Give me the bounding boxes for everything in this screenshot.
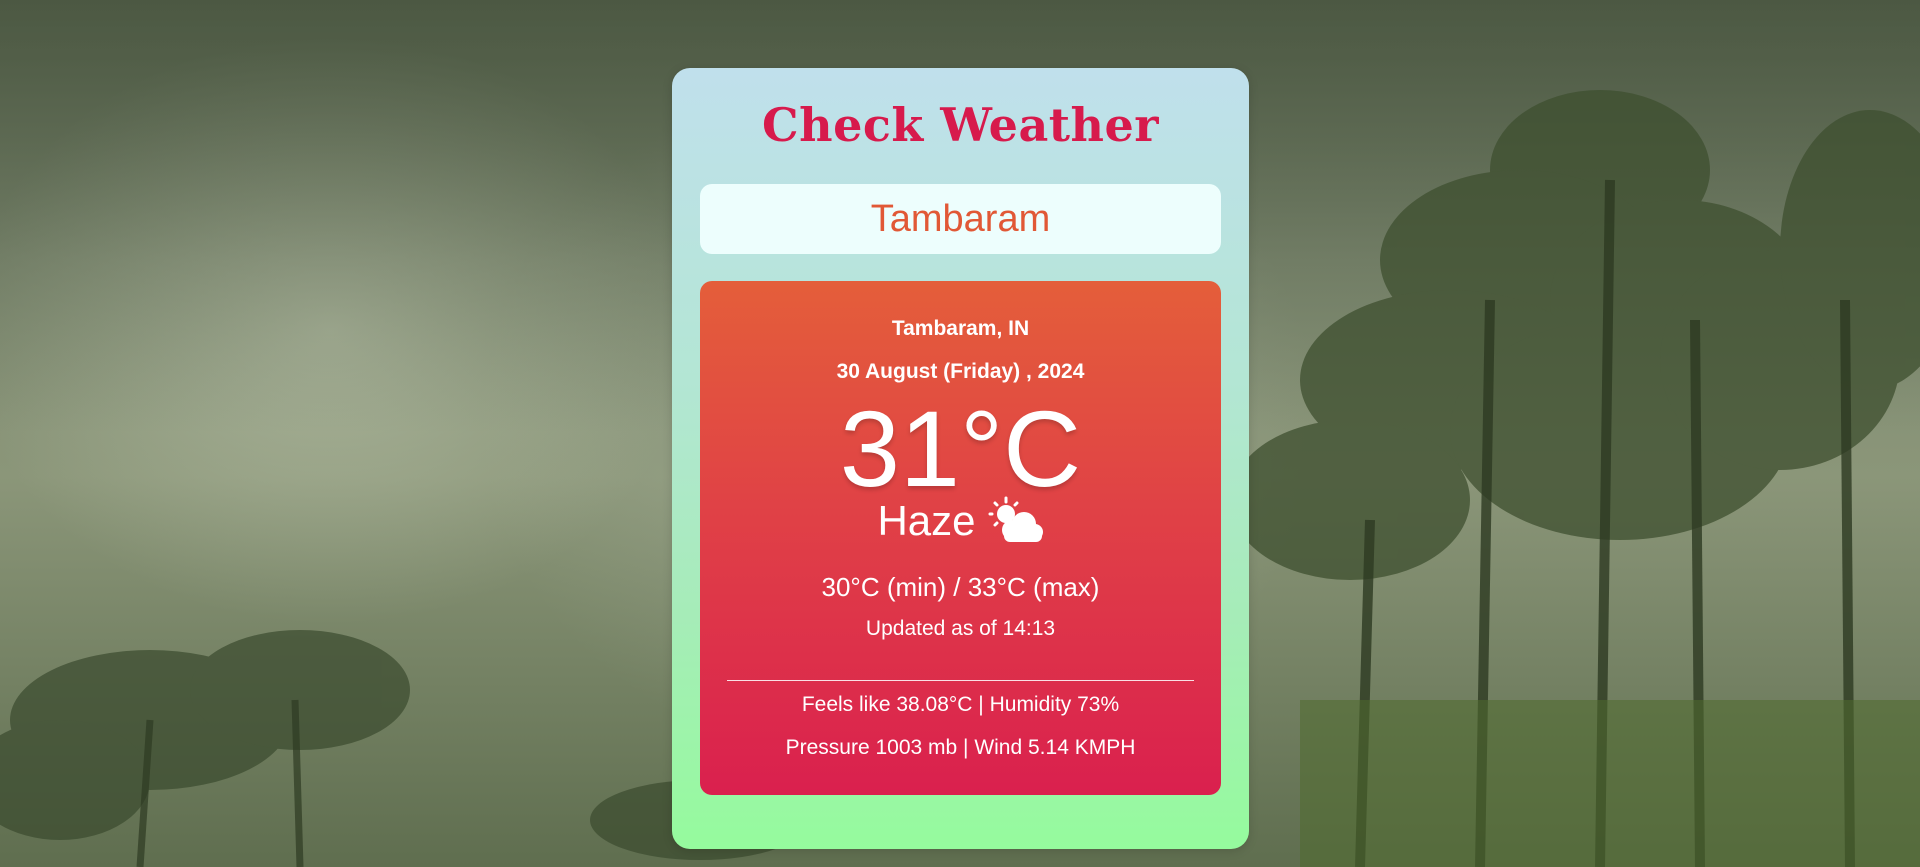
condition-row: Haze bbox=[700, 496, 1221, 546]
date-label: 30 August (Friday) , 2024 bbox=[836, 360, 1085, 383]
app-title: Check Weather bbox=[762, 98, 1159, 152]
feels-like-humidity: Feels like 38.08°C | Humidity 73% bbox=[801, 693, 1120, 716]
updated-time: Updated as of 14:13 bbox=[865, 617, 1056, 640]
pressure-wind: Pressure 1003 mb | Wind 5.14 KMPH bbox=[785, 736, 1136, 759]
current-temperature: 31°C bbox=[839, 388, 1082, 509]
sun-behind-cloud-icon bbox=[988, 496, 1043, 542]
divider bbox=[727, 680, 1194, 681]
weather-card: Check Weather Tambaram, IN 30 August (Fr… bbox=[672, 68, 1249, 849]
weather-result-panel: Tambaram, IN 30 August (Friday) , 2024 3… bbox=[700, 281, 1221, 795]
condition-label: Haze bbox=[877, 497, 976, 544]
location-label: Tambaram, IN bbox=[891, 317, 1030, 340]
min-max-temperature: 30°C (min) / 33°C (max) bbox=[821, 572, 1100, 602]
city-search-input[interactable] bbox=[700, 184, 1221, 254]
